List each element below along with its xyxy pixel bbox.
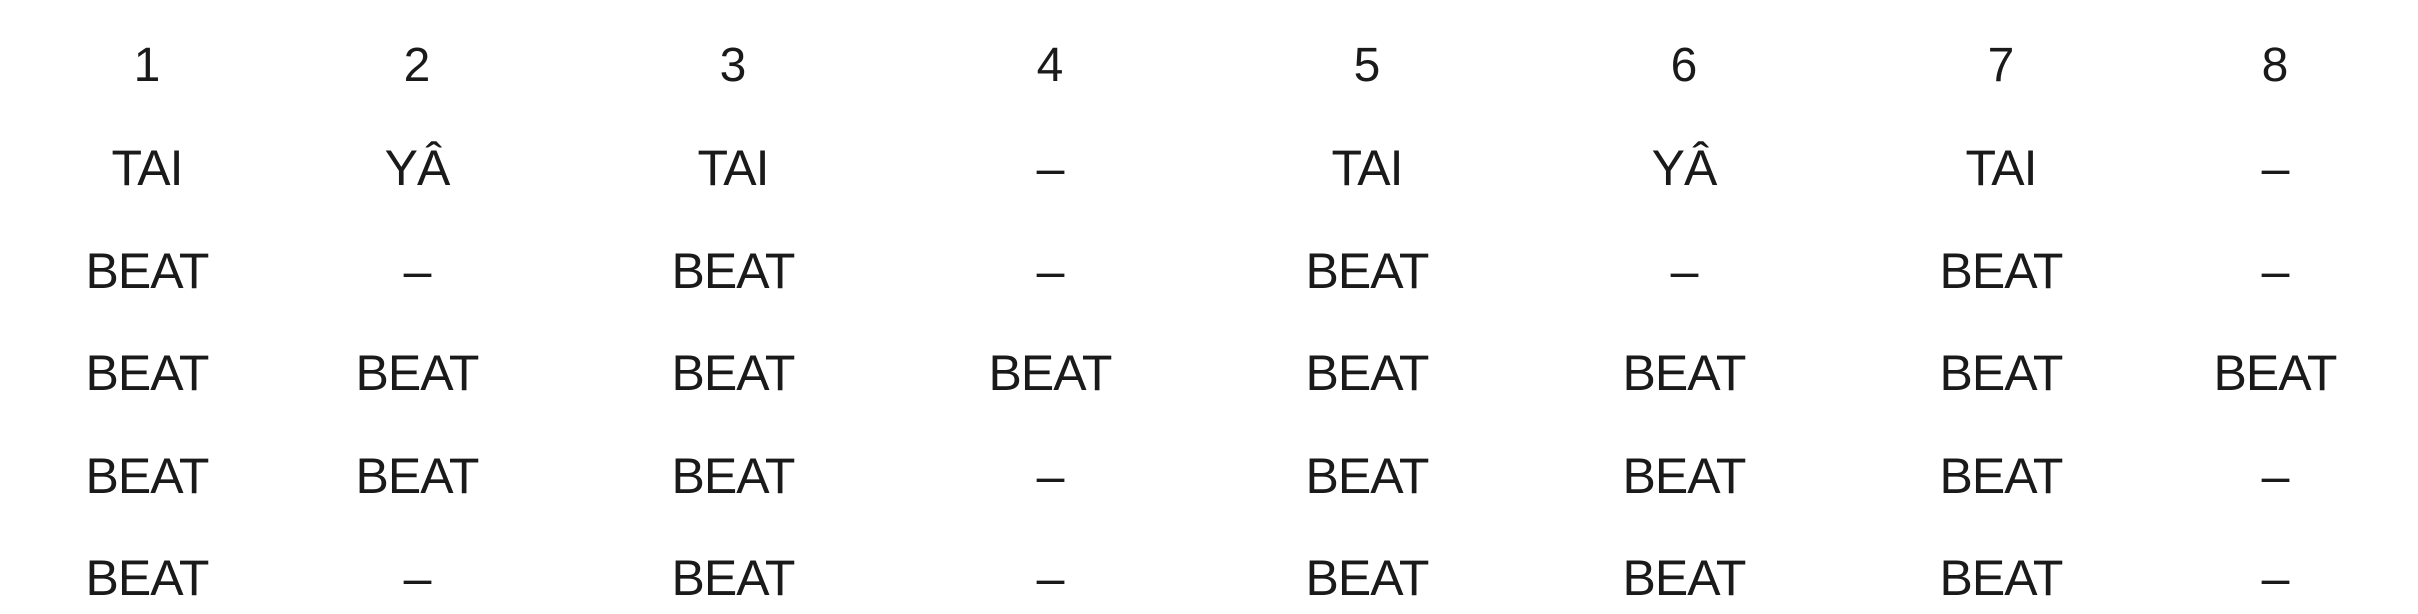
rhythm-cell: BEAT — [2213, 345, 2338, 401]
rhythm-cell: – — [2261, 448, 2290, 504]
rhythm-cell: BEAT — [1305, 243, 1430, 299]
rhythm-cell: – — [1036, 550, 1065, 606]
count-number: 2 — [403, 39, 431, 92]
rhythm-cell: – — [1036, 140, 1065, 196]
rhythm-cell: – — [403, 550, 432, 606]
rhythm-cell: – — [403, 243, 432, 299]
rhythm-cell: BEAT — [1622, 448, 1747, 504]
rhythm-cell: BEAT — [355, 448, 480, 504]
rhythm-cell: BEAT — [1939, 550, 2064, 606]
rhythm-cell: BEAT — [1939, 448, 2064, 504]
rhythm-cell: BEAT — [1305, 345, 1430, 401]
rhythm-grid: 1 2 3 4 5 6 7 8 TAI YÂ TAI – TAI YÂ TAI … — [0, 0, 2418, 614]
count-number: 6 — [1670, 39, 1698, 92]
beat-row: BEAT BEAT BEAT – BEAT BEAT BEAT – — [0, 436, 2418, 516]
beat-row: BEAT – BEAT – BEAT BEAT BEAT – — [0, 538, 2418, 614]
rhythm-cell: – — [1036, 243, 1065, 299]
rhythm-cell: BEAT — [671, 448, 796, 504]
syllable-row: TAI YÂ TAI – TAI YÂ TAI – — [0, 128, 2418, 208]
rhythm-cell: BEAT — [1305, 550, 1430, 606]
rhythm-chart-page: 1 2 3 4 5 6 7 8 TAI YÂ TAI – TAI YÂ TAI … — [0, 0, 2418, 614]
rhythm-cell: – — [2261, 550, 2290, 606]
count-number: 3 — [719, 39, 747, 92]
count-number: 8 — [2261, 39, 2289, 92]
rhythm-cell: BEAT — [671, 345, 796, 401]
rhythm-cell: BEAT — [671, 550, 796, 606]
rhythm-cell: BEAT — [85, 550, 210, 606]
rhythm-cell: – — [1670, 243, 1699, 299]
count-header-row: 1 2 3 4 5 6 7 8 — [0, 26, 2418, 106]
rhythm-cell: TAI — [1965, 140, 2037, 196]
rhythm-cell: YÂ — [1651, 140, 1718, 196]
rhythm-cell: BEAT — [85, 243, 210, 299]
count-number: 4 — [1036, 39, 1064, 92]
beat-row: BEAT – BEAT – BEAT – BEAT – — [0, 231, 2418, 311]
count-number: 5 — [1353, 39, 1381, 92]
rhythm-cell: – — [2261, 243, 2290, 299]
rhythm-cell: YÂ — [384, 140, 451, 196]
rhythm-cell: – — [1036, 448, 1065, 504]
rhythm-cell: TAI — [697, 140, 769, 196]
rhythm-cell: TAI — [1331, 140, 1403, 196]
rhythm-cell: BEAT — [1939, 243, 2064, 299]
rhythm-cell: BEAT — [671, 243, 796, 299]
rhythm-cell: BEAT — [355, 345, 480, 401]
count-number: 7 — [1987, 39, 2015, 92]
rhythm-cell: BEAT — [85, 345, 210, 401]
beat-row: BEAT BEAT BEAT BEAT BEAT BEAT BEAT BEAT — [0, 333, 2418, 413]
rhythm-cell: BEAT — [1939, 345, 2064, 401]
rhythm-cell: BEAT — [988, 345, 1113, 401]
rhythm-cell: BEAT — [1305, 448, 1430, 504]
rhythm-cell: BEAT — [1622, 550, 1747, 606]
rhythm-cell: BEAT — [1622, 345, 1747, 401]
rhythm-cell: – — [2261, 140, 2290, 196]
rhythm-cell: TAI — [111, 140, 183, 196]
count-number: 1 — [133, 39, 161, 92]
rhythm-cell: BEAT — [85, 448, 210, 504]
